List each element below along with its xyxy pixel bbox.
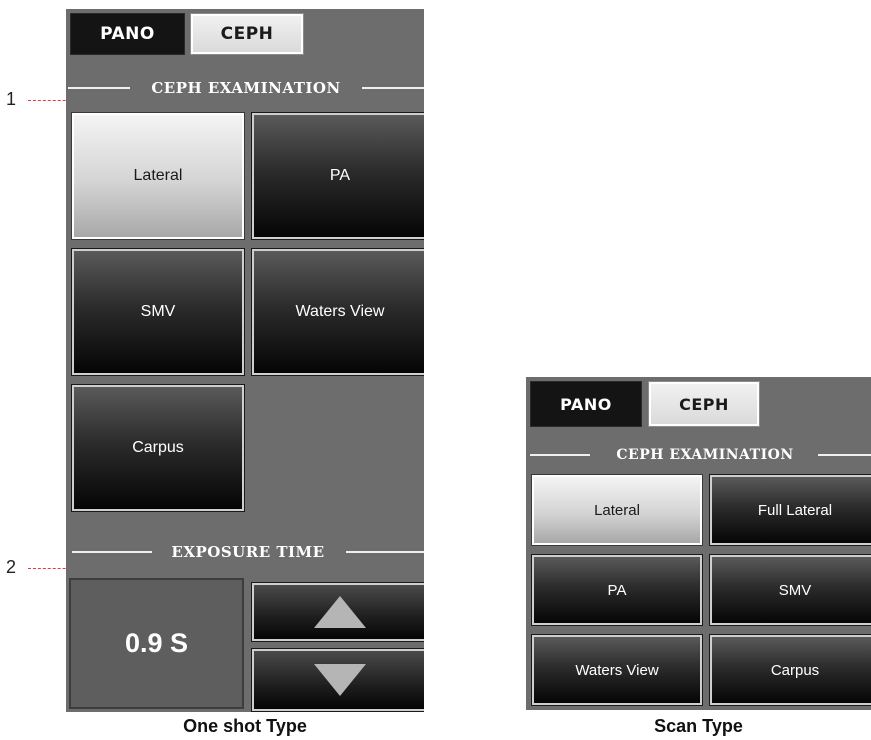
scan-button-pa[interactable]: PA [531,554,703,626]
triangle-down-icon [314,664,366,696]
section-title-scan: CEPH EXAMINATION [616,447,794,463]
callout-number-1: 1 [6,89,17,109]
scan-button-full-lateral[interactable]: Full Lateral [709,474,871,546]
scan-button-waters-view[interactable]: Waters View [531,634,703,706]
ceph-examination-header-scan: CEPH EXAMINATION [526,445,871,465]
exam-button-smv[interactable]: SMV [71,248,245,376]
exposure-decrease-button[interactable] [251,648,424,712]
exam-button-carpus[interactable]: Carpus [71,384,245,512]
exposure-time-value: 0.9 S [69,578,244,709]
exam-button-waters-view[interactable]: Waters View [251,248,424,376]
ceph-examination-header: CEPH EXAMINATION [66,78,424,98]
one-shot-panel: PANO CEPH CEPH EXAMINATION Lateral PA SM… [66,9,424,712]
exposure-time-title: EXPOSURE TIME [171,543,325,561]
scan-button-carpus[interactable]: Carpus [709,634,871,706]
tab-pano[interactable]: PANO [70,13,185,55]
triangle-up-icon [314,596,366,628]
scan-panel: PANO CEPH CEPH EXAMINATION Lateral Full … [526,377,871,710]
callout-number-2: 2 [6,557,17,577]
scan-button-lateral[interactable]: Lateral [531,474,703,546]
tab-pano-scan[interactable]: PANO [530,381,642,427]
caption-one-shot: One shot Type [183,716,307,736]
scan-button-smv[interactable]: SMV [709,554,871,626]
exposure-time-header: EXPOSURE TIME [66,542,424,562]
exam-button-pa[interactable]: PA [251,112,424,240]
exposure-increase-button[interactable] [251,582,424,642]
section-title: CEPH EXAMINATION [151,79,341,97]
caption-scan: Scan Type [654,716,743,736]
exam-button-lateral[interactable]: Lateral [71,112,245,240]
tab-ceph[interactable]: CEPH [190,13,304,55]
tab-ceph-scan[interactable]: CEPH [648,381,760,427]
